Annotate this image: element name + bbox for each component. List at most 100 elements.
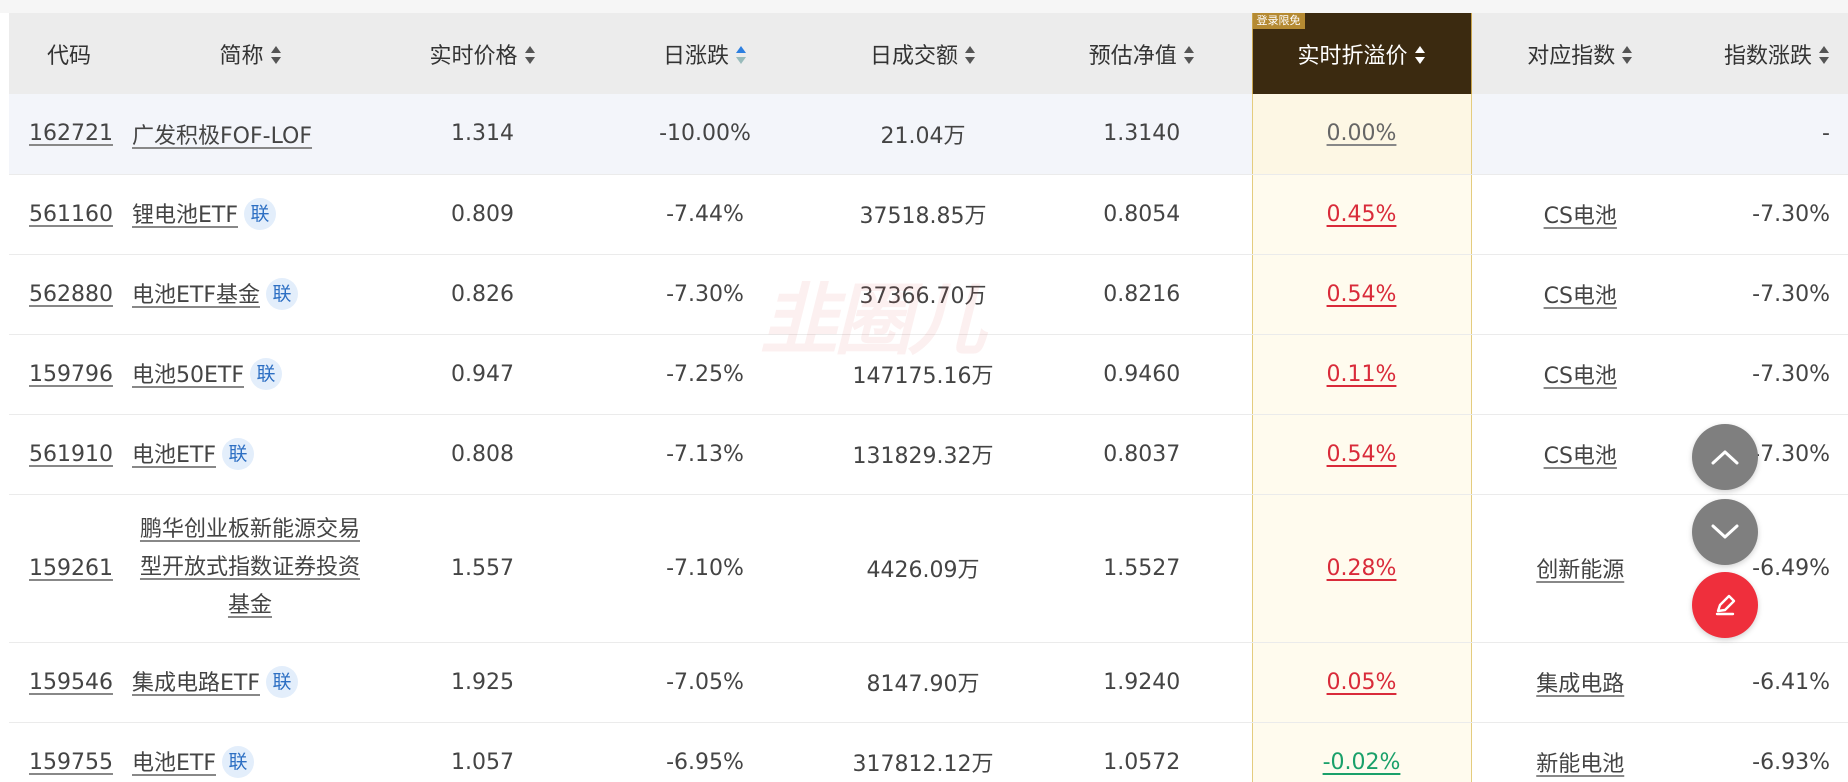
- volume-cell: 37366.70万: [814, 254, 1032, 335]
- price-cell: 1.057: [451, 749, 514, 775]
- fund-name-link[interactable]: 广发积极FOF-LOF: [132, 124, 312, 149]
- index-link[interactable]: CS电池: [1544, 444, 1617, 469]
- index-link[interactable]: CS电池: [1544, 284, 1617, 309]
- table-row[interactable]: 159261 鹏华创业板新能源交易型开放式指数证券投资基金 1.557 -7.1…: [9, 494, 1848, 643]
- index-change-cell: -7.30%: [1689, 254, 1848, 335]
- sort-icon[interactable]: [1414, 45, 1426, 65]
- fund-code-link[interactable]: 159261: [29, 556, 113, 581]
- index-link[interactable]: CS电池: [1544, 204, 1617, 229]
- change-cell: -6.95%: [666, 749, 744, 775]
- volume-cell: 4426.09万: [814, 494, 1032, 643]
- index-change-cell: -7.30%: [1689, 174, 1848, 255]
- header-volume[interactable]: 日成交额: [814, 13, 1032, 94]
- fund-code-link[interactable]: 159796: [29, 362, 113, 387]
- lian-badge[interactable]: 联: [266, 277, 298, 310]
- table-row[interactable]: 159796 电池50ETF 联 0.947 -7.25% 147175.16万 …: [9, 334, 1848, 415]
- fund-name-link[interactable]: 电池ETF基金: [132, 283, 260, 308]
- lian-badge[interactable]: 联: [266, 665, 298, 698]
- change-cell: -10.00%: [596, 94, 814, 175]
- premium-link[interactable]: 0.28%: [1327, 556, 1397, 581]
- volume-cell: 131829.32万: [814, 414, 1032, 495]
- header-code: 代码: [9, 13, 132, 94]
- lian-badge[interactable]: 联: [222, 745, 254, 778]
- premium-link[interactable]: 0.05%: [1327, 670, 1397, 695]
- header-price[interactable]: 实时价格: [369, 13, 596, 94]
- table-row[interactable]: 159755 电池ETF 联 1.057 -6.95% 317812.12万 1.…: [9, 722, 1848, 782]
- lian-badge[interactable]: 联: [222, 437, 254, 470]
- table-row[interactable]: 162721 广发积极FOF-LOF 1.314 -10.00% 21.04万 …: [9, 94, 1848, 175]
- fund-name-link[interactable]: 电池ETF: [132, 443, 216, 468]
- index-link[interactable]: 创新能源: [1536, 558, 1624, 583]
- chevron-up-icon: [1711, 450, 1739, 465]
- table-row[interactable]: 562880 电池ETF基金联 0.826 -7.30% 37366.70万 0…: [9, 254, 1848, 335]
- lian-badge[interactable]: 联: [250, 357, 282, 390]
- page: 代码 简称 实时价格 日涨跌 日成交额 预估净值 登录限免 实时折溢价 对应指数…: [0, 0, 1848, 782]
- premium-link[interactable]: 0.54%: [1327, 442, 1397, 467]
- price-cell: 1.557: [369, 494, 596, 643]
- index-link[interactable]: 集成电路: [1536, 672, 1624, 697]
- login-free-badge: 登录限免: [1252, 13, 1305, 29]
- nav-cell: 0.8216: [1032, 254, 1252, 335]
- top-strip: [0, 0, 1848, 13]
- table-row[interactable]: 561910 电池ETF 联 0.808 -7.13% 131829.32万 0.…: [9, 414, 1848, 495]
- sort-icon[interactable]: [270, 45, 282, 65]
- fund-code-link[interactable]: 562880: [29, 282, 113, 307]
- fund-name-link[interactable]: 电池50ETF: [132, 363, 244, 388]
- fund-code-link[interactable]: 162721: [29, 121, 113, 146]
- fund-code-link[interactable]: 561160: [29, 202, 113, 227]
- premium-link[interactable]: 0.11%: [1327, 362, 1397, 387]
- table-row[interactable]: 159546 集成电路ETF 联 1.925 -7.05% 8147.90万 1.…: [9, 642, 1848, 723]
- premium-link[interactable]: -0.02%: [1323, 750, 1401, 775]
- scroll-down-button[interactable]: [1692, 499, 1758, 565]
- header-nav[interactable]: 预估净值: [1032, 13, 1252, 94]
- change-cell: -7.13%: [596, 414, 814, 495]
- fund-code-link[interactable]: 159755: [29, 750, 113, 775]
- table-row[interactable]: 561160 锂电池ETF 联 0.809 -7.44% 37518.85万 0.…: [9, 174, 1848, 255]
- fund-name-link[interactable]: 电池ETF: [132, 751, 216, 776]
- sort-icon[interactable]: [964, 45, 976, 65]
- change-cell: -7.30%: [596, 254, 814, 335]
- sort-icon[interactable]: [524, 45, 536, 65]
- price-cell: 0.809: [369, 174, 596, 255]
- fund-name-link[interactable]: 集成电路ETF: [132, 671, 260, 696]
- index-change-cell: -: [1689, 94, 1848, 175]
- index-change-cell: -6.41%: [1689, 642, 1848, 723]
- premium-link[interactable]: 0.54%: [1327, 282, 1397, 307]
- index-link[interactable]: CS电池: [1544, 364, 1617, 389]
- price-cell: 1.925: [369, 642, 596, 723]
- price-cell: 0.947: [369, 334, 596, 415]
- volume-cell: 8147.90万: [814, 642, 1032, 723]
- scroll-up-button[interactable]: [1692, 424, 1758, 490]
- sort-icon[interactable]: [1818, 45, 1830, 65]
- header-name[interactable]: 简称: [132, 13, 369, 94]
- sort-active-icon[interactable]: [735, 45, 747, 65]
- nav-cell: 0.9460: [1032, 334, 1252, 415]
- nav-cell: 1.0572: [1103, 749, 1181, 775]
- sort-icon[interactable]: [1621, 45, 1633, 65]
- change-cell: -7.44%: [596, 174, 814, 255]
- premium-link[interactable]: 0.45%: [1327, 202, 1397, 227]
- sort-icon[interactable]: [1183, 45, 1195, 65]
- fund-name-link[interactable]: 鹏华创业板新能源交易型开放式指数证券投资基金: [139, 511, 361, 625]
- lian-badge[interactable]: 联: [244, 197, 276, 230]
- fund-name-link[interactable]: 锂电池ETF: [132, 203, 238, 228]
- header-premium[interactable]: 登录限免 实时折溢价: [1251, 13, 1472, 94]
- header-index[interactable]: 对应指数: [1471, 13, 1689, 94]
- nav-cell: 1.9240: [1032, 642, 1252, 723]
- index-link[interactable]: 新能电池: [1536, 752, 1624, 777]
- volume-cell: 37518.85万: [814, 174, 1032, 255]
- index-change-cell: -6.93%: [1752, 749, 1830, 775]
- price-cell: 0.826: [369, 254, 596, 335]
- premium-link[interactable]: 0.00%: [1327, 121, 1397, 146]
- header-day-change[interactable]: 日涨跌: [596, 13, 814, 94]
- header-index-change[interactable]: 指数涨跌: [1689, 13, 1848, 94]
- chevron-down-icon: [1711, 524, 1739, 539]
- fund-code-link[interactable]: 159546: [29, 670, 113, 695]
- fund-code-link[interactable]: 561910: [29, 442, 113, 467]
- pencil-icon: [1715, 594, 1736, 616]
- edit-button[interactable]: [1692, 572, 1758, 638]
- nav-cell: 1.3140: [1032, 94, 1252, 175]
- nav-cell: 0.8054: [1032, 174, 1252, 255]
- volume-cell: 317812.12万: [852, 752, 994, 778]
- etf-table: 代码 简称 实时价格 日涨跌 日成交额 预估净值 登录限免 实时折溢价 对应指数…: [9, 13, 1848, 782]
